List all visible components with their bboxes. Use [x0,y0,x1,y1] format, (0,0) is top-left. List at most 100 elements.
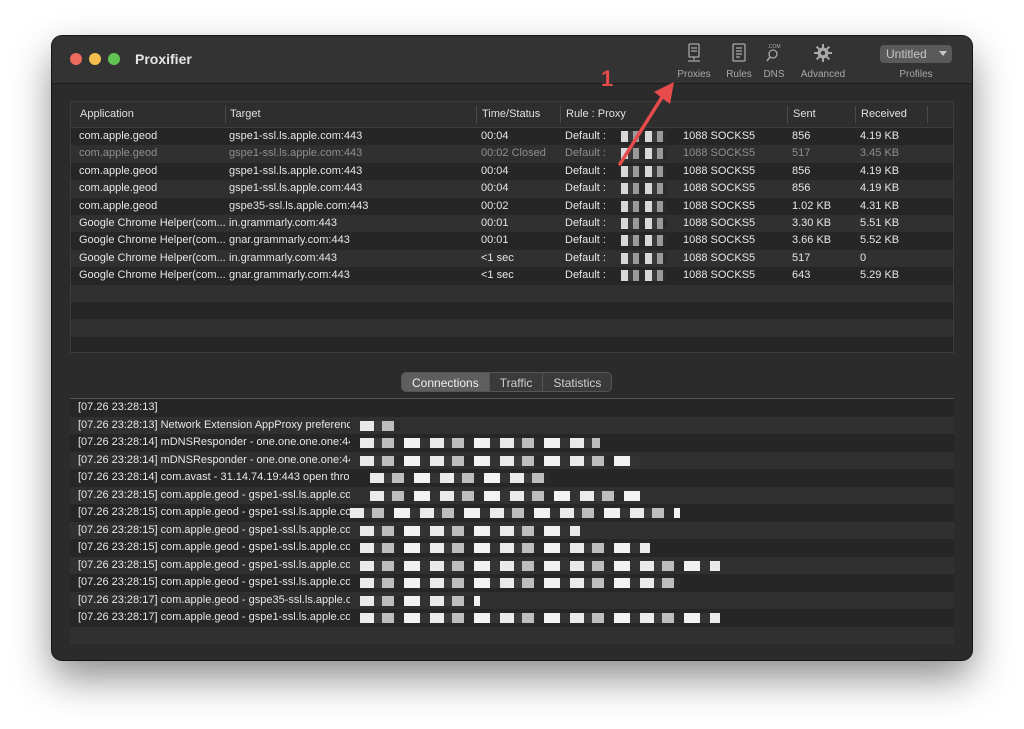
column-header-target[interactable]: Target [230,108,261,120]
table-row[interactable]: Google Chrome Helper(com... in.grammarly.… [71,249,953,268]
column-header-received[interactable]: Received [861,108,907,120]
log-entry-text: [07.26 23:28:15] com.apple.geod - gspe1-… [78,558,350,571]
cell-sent: 3.30 KB [792,216,832,229]
cell-time-status: 00:02 [481,199,509,212]
cell-sent: 517 [792,147,811,160]
log-entry[interactable]: [07.26 23:28:14] mDNSResponder - one.one… [70,434,954,452]
cell-received: 4.19 KB [860,182,900,195]
table-row[interactable] [71,319,953,337]
log-entry[interactable]: [07.26 23:28:15] com.apple.geod - gspe1-… [70,486,954,504]
proxies-button[interactable]: Proxies [674,42,714,80]
gear-icon [794,42,852,66]
cell-sent: 643 [792,269,811,282]
column-header-rule-proxy[interactable]: Rule : Proxy [566,108,626,120]
chevron-down-icon [939,51,947,56]
rules-label: Rules [726,69,752,80]
redacted-log-text [360,420,400,431]
cell-rule: Default : [565,130,606,142]
dns-search-icon: .COM [760,42,788,66]
log-entry-text: [07.26 23:28:13] [78,401,158,413]
cell-target: in.grammarly.com:443 [229,216,337,229]
column-divider[interactable] [560,106,561,123]
cell-target: gnar.grammarly.com:443 [229,234,350,247]
proxies-label: Proxies [677,69,711,80]
table-row[interactable]: com.apple.geod gspe1-ssl.ls.apple.com:443… [71,145,953,163]
column-divider[interactable] [476,106,477,123]
column-divider[interactable] [225,106,226,123]
log-entry-text: [07.26 23:28:15] com.apple.geod - gspe1-… [78,523,350,536]
table-row[interactable] [71,337,953,354]
log-entry-text: [07.26 23:28:15] com.apple.geod - gspe1-… [78,506,350,518]
advanced-button[interactable]: Advanced [794,42,852,80]
log-entry[interactable]: [07.26 23:28:15] com.apple.geod - gspe1-… [70,539,954,557]
cell-proxy: 1088 SOCKS5 [683,234,756,247]
log-entry[interactable]: [07.26 23:28:15] com.apple.geod - gspe1-… [70,521,954,539]
profile-select[interactable]: Untitled [880,45,952,63]
log-entry-text: [07.26 23:28:14] com.avast - 31.14.74.19… [78,471,350,483]
cell-target: gnar.grammarly.com:443 [229,269,350,282]
table-row[interactable]: com.apple.geod gspe1-ssl.ls.apple.com:443… [71,180,953,198]
minimize-window-button[interactable] [89,53,101,65]
log-entry-text: [07.26 23:28:15] com.apple.geod - gspe1-… [78,576,350,588]
log-entry[interactable]: [07.26 23:28:13] [70,399,954,417]
redacted-log-text [360,578,680,588]
cell-proxy: 1088 SOCKS5 [683,269,756,282]
log-entry[interactable]: [07.26 23:28:17] com.apple.geod - gspe35… [70,591,954,609]
column-divider[interactable] [927,106,928,123]
tab-traffic[interactable]: Traffic [490,373,544,391]
cell-rule: Default : [565,251,606,264]
column-header-time-status[interactable]: Time/Status [482,108,540,120]
rules-button[interactable]: Rules [722,42,756,80]
title-bar: Proxifier Proxies Rules .COM DNS Advance… [52,36,972,84]
profile-value: Untitled [886,47,927,61]
table-row[interactable]: Google Chrome Helper(com... in.grammarly.… [71,214,953,233]
table-row[interactable] [71,302,953,319]
log-entry[interactable]: [07.26 23:28:13] Network Extension AppPr… [70,416,954,434]
cell-target: in.grammarly.com:443 [229,251,337,264]
log-entry[interactable]: [07.26 23:28:14] com.avast - 31.14.74.19… [70,469,954,487]
column-header-sent[interactable]: Sent [793,108,816,120]
cell-rule: Default : [565,216,606,229]
table-row[interactable]: Google Chrome Helper(com... gnar.grammarl… [71,232,953,249]
table-row[interactable]: com.apple.geod gspe35-ssl.ls.apple.com:44… [71,198,953,215]
column-header-application[interactable]: Application [80,108,134,120]
cell-time-status: <1 sec [481,269,514,282]
table-row[interactable]: com.apple.geod gspe1-ssl.ls.apple.com:443… [71,128,953,145]
cell-proxy: 1088 SOCKS5 [683,164,756,177]
tab-connections[interactable]: Connections [402,373,490,391]
cell-sent: 517 [792,251,811,264]
redacted-log-text [360,438,600,448]
redacted-log-text [360,613,720,623]
cell-target: gspe35-ssl.ls.apple.com:443 [229,199,369,212]
cell-sent: 1.02 KB [792,199,832,212]
cell-proxy: 1088 SOCKS5 [683,251,756,264]
cell-rule: Default : [565,147,606,160]
log-entry[interactable]: [07.26 23:28:15] com.apple.geod - gspe1-… [70,574,954,592]
cell-time-status: 00:04 [481,130,509,142]
cell-received: 5.29 KB [860,269,900,282]
log-entry-text: [07.26 23:28:13] Network Extension AppPr… [78,418,350,431]
cell-received: 4.19 KB [860,130,900,142]
column-divider[interactable] [855,106,856,123]
table-row[interactable]: com.apple.geod gspe1-ssl.ls.apple.com:443… [71,163,953,180]
proxifier-window: Proxifier Proxies Rules .COM DNS Advance… [52,36,972,660]
cell-time-status: 00:01 [481,216,509,229]
close-window-button[interactable] [70,53,82,65]
document-list-icon [722,42,756,66]
tab-statistics[interactable]: Statistics [543,373,611,391]
cell-application: com.apple.geod [79,164,158,177]
column-divider[interactable] [787,106,788,123]
redacted-log-text [360,560,720,571]
cell-time-status: 00:04 [481,182,509,195]
log-entry[interactable] [70,626,954,644]
cell-application: com.apple.geod [79,182,158,195]
log-entry[interactable]: [07.26 23:28:15] com.apple.geod - gspe1-… [70,556,954,574]
log-entry[interactable]: [07.26 23:28:15] com.apple.geod - gspe1-… [70,504,954,522]
cell-proxy: 1088 SOCKS5 [683,216,756,229]
table-row[interactable]: Google Chrome Helper(com... gnar.grammarl… [71,267,953,284]
log-entry[interactable]: [07.26 23:28:14] mDNSResponder - one.one… [70,451,954,469]
log-entry[interactable]: [07.26 23:28:17] com.apple.geod - gspe1-… [70,609,954,627]
dns-button[interactable]: .COM DNS [760,42,788,80]
table-row[interactable] [71,284,953,302]
zoom-window-button[interactable] [108,53,120,65]
